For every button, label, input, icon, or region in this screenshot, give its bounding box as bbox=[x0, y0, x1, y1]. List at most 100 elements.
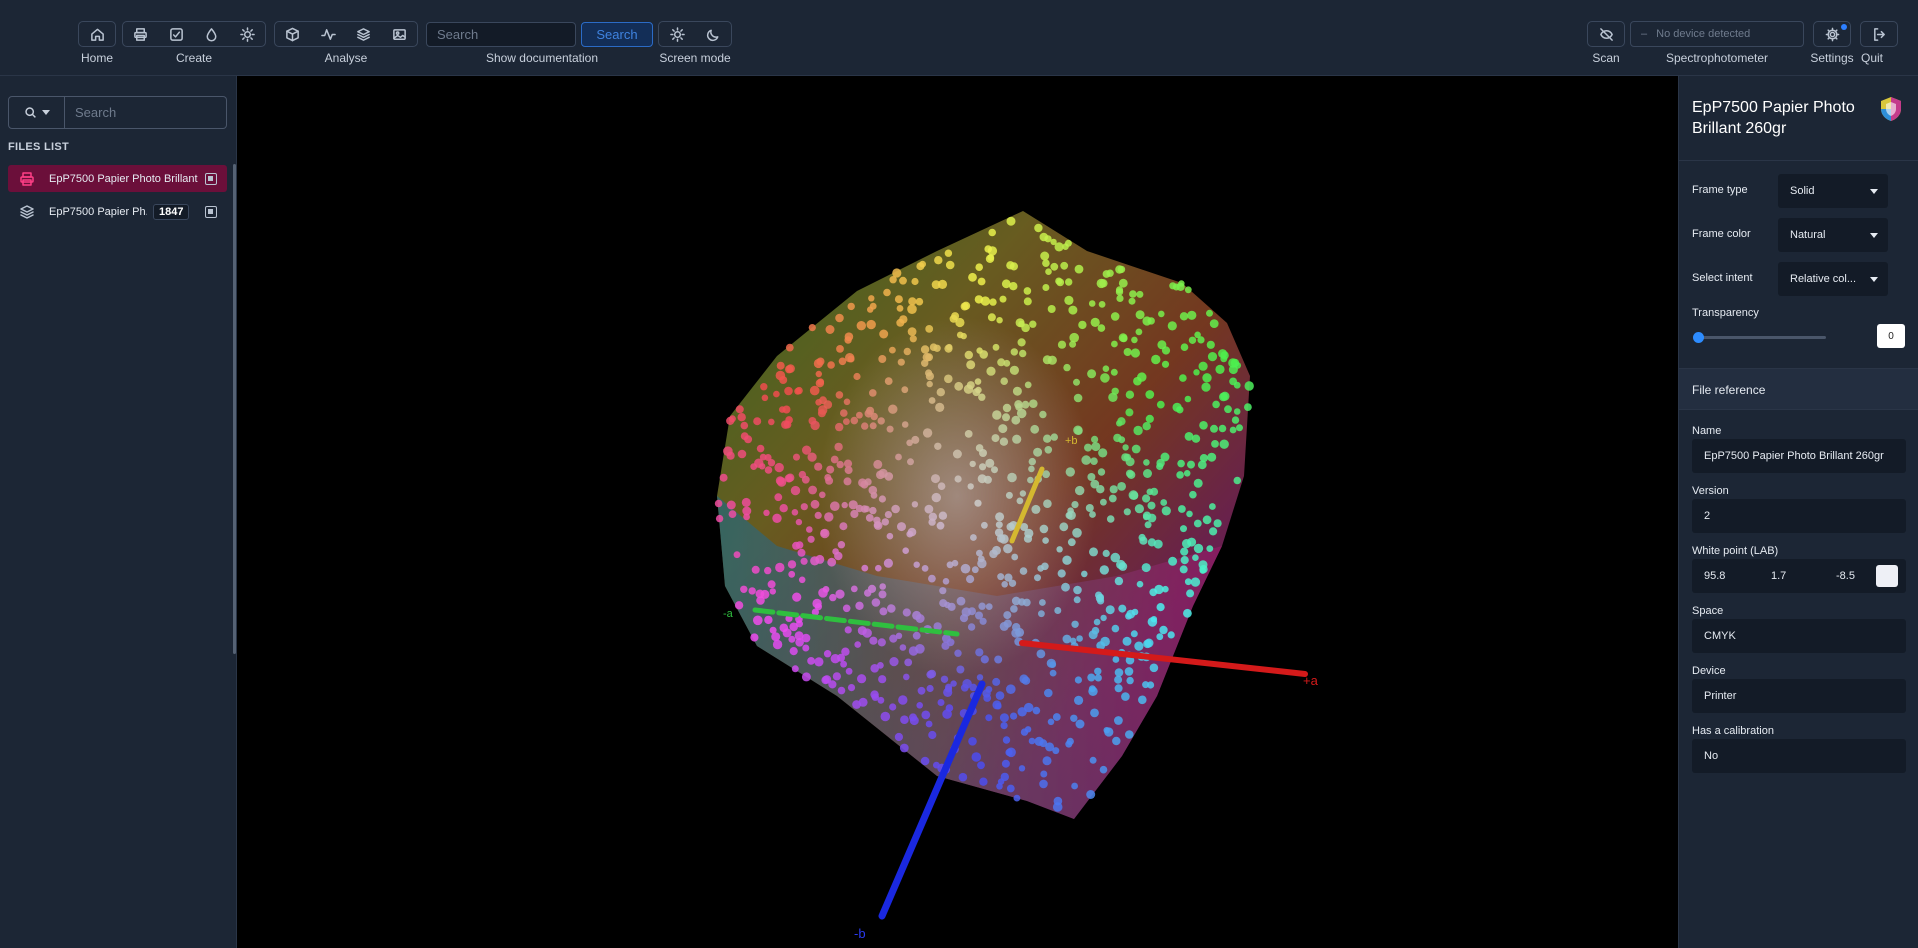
gamut-sample-point bbox=[857, 626, 867, 636]
gamut-sample-point bbox=[1114, 576, 1124, 586]
open-file-icon[interactable] bbox=[205, 205, 217, 218]
gamut-sample-point bbox=[1057, 569, 1066, 578]
gamut-sample-point bbox=[1137, 372, 1147, 382]
search-filter-dropdown[interactable] bbox=[8, 96, 65, 129]
gamut-sample-point bbox=[714, 499, 723, 508]
gamut-sample-point bbox=[1186, 589, 1195, 598]
gamut-sample-point bbox=[866, 319, 876, 330]
intent-select[interactable]: Relative col... bbox=[1778, 262, 1888, 296]
name-field[interactable]: EpP7500 Papier Photo Brillant 260gr bbox=[1692, 439, 1906, 473]
settings-group bbox=[1813, 21, 1851, 47]
gamut-sample-point bbox=[1065, 740, 1073, 748]
gamut-sample-point bbox=[1142, 681, 1150, 689]
gamut-sample-point bbox=[1034, 574, 1041, 582]
gamut-sample-point bbox=[1044, 688, 1053, 698]
gamut-canvas[interactable]: +b -a +a -b bbox=[237, 76, 1678, 948]
gamut-sample-point bbox=[1151, 354, 1161, 365]
frame-color-select[interactable]: Natural bbox=[1778, 218, 1888, 252]
gamut-sample-point bbox=[924, 504, 934, 514]
gamut-sample-point bbox=[873, 516, 881, 524]
create-group bbox=[122, 21, 266, 47]
analyse-3d-button[interactable] bbox=[275, 22, 311, 46]
documentation-search-input[interactable] bbox=[426, 22, 576, 47]
device-field[interactable]: Printer bbox=[1692, 679, 1906, 713]
gamut-sample-point bbox=[1189, 490, 1197, 499]
gamut-sample-point bbox=[1122, 444, 1129, 451]
gamut-sample-point bbox=[1158, 310, 1165, 318]
calibration-field[interactable]: No bbox=[1692, 739, 1906, 773]
analyse-image-button[interactable] bbox=[382, 22, 418, 46]
gamut-sample-point bbox=[1060, 261, 1069, 270]
settings-button[interactable] bbox=[1814, 22, 1850, 46]
file-item-measurements[interactable]: EpP7500 Papier Ph... 1847 bbox=[8, 198, 227, 225]
gamut-sample-point bbox=[1081, 455, 1091, 465]
gamut-sample-point bbox=[1069, 332, 1079, 343]
gamut-sample-point bbox=[942, 578, 950, 585]
gamut-sample-point bbox=[967, 483, 974, 490]
file-reference-header[interactable]: File reference bbox=[1679, 368, 1918, 410]
sidebar-scrollbar[interactable] bbox=[233, 164, 236, 654]
transparency-slider-thumb[interactable] bbox=[1693, 332, 1704, 343]
frame-type-select[interactable]: Solid bbox=[1778, 174, 1888, 208]
transparency-slider[interactable] bbox=[1698, 336, 1826, 339]
intent-value: Relative col... bbox=[1790, 273, 1857, 285]
gamut-sample-point bbox=[848, 500, 858, 510]
gamut-sample-point bbox=[1089, 511, 1096, 518]
gamut-3d-viewer[interactable]: +b -a +a -b bbox=[237, 76, 1678, 948]
gamut-sample-point bbox=[1179, 312, 1189, 321]
quit-group bbox=[1860, 21, 1898, 47]
create-check-button[interactable] bbox=[159, 22, 195, 46]
gamut-sample-point bbox=[763, 509, 770, 516]
gamut-sample-point bbox=[911, 277, 919, 286]
files-search-input[interactable] bbox=[65, 96, 227, 129]
file-item-profile[interactable]: EpP7500 Papier Photo Brillant bbox=[8, 165, 227, 192]
gamut-sample-point bbox=[835, 589, 845, 599]
gamut-sample-point bbox=[1029, 320, 1037, 328]
gamut-sample-point bbox=[1005, 491, 1013, 499]
gamut-sample-point bbox=[810, 499, 820, 509]
gamut-sample-point bbox=[1036, 649, 1046, 659]
gamut-sample-point bbox=[894, 732, 904, 742]
dark-mode-button[interactable] bbox=[695, 22, 731, 46]
gamut-sample-point bbox=[1147, 513, 1157, 523]
gamut-sample-point bbox=[748, 587, 756, 595]
quit-button[interactable] bbox=[1861, 22, 1897, 46]
gamut-sample-point bbox=[1193, 543, 1204, 554]
gamut-sample-point bbox=[737, 449, 747, 459]
gamut-sample-point bbox=[733, 551, 741, 559]
gamut-sample-point bbox=[1233, 476, 1242, 485]
create-light-button[interactable] bbox=[230, 22, 266, 46]
gamut-sample-point bbox=[792, 592, 802, 602]
gamut-sample-point bbox=[871, 598, 881, 607]
gamut-sample-point bbox=[896, 318, 905, 327]
gamut-sample-point bbox=[892, 268, 902, 278]
gamut-sample-point bbox=[928, 730, 937, 740]
home-button[interactable] bbox=[79, 22, 115, 46]
analyse-curve-button[interactable] bbox=[311, 22, 347, 46]
scan-button[interactable] bbox=[1588, 22, 1624, 46]
open-file-icon[interactable] bbox=[205, 172, 217, 185]
space-field[interactable]: CMYK bbox=[1692, 619, 1906, 653]
spectrophotometer-select[interactable]: – No device detected bbox=[1630, 21, 1804, 47]
light-mode-button[interactable] bbox=[659, 22, 695, 46]
gamut-sample-point bbox=[1160, 499, 1168, 506]
create-profile-button[interactable] bbox=[123, 22, 159, 46]
gamut-sample-point bbox=[1041, 562, 1049, 571]
gamut-sample-point bbox=[1096, 278, 1106, 289]
gamut-sample-point bbox=[964, 350, 973, 360]
gamut-sample-point bbox=[902, 547, 909, 554]
gamut-sample-point bbox=[1116, 294, 1124, 302]
gamut-sample-point bbox=[1118, 333, 1128, 343]
gamut-sample-point bbox=[1149, 663, 1159, 673]
create-ink-button[interactable] bbox=[194, 22, 230, 46]
transparency-input[interactable]: 0 bbox=[1877, 324, 1905, 348]
version-field[interactable]: 2 bbox=[1692, 499, 1906, 533]
documentation-search-button[interactable]: Search bbox=[581, 22, 653, 47]
gamut-sample-point bbox=[1138, 695, 1147, 705]
gamut-sample-point bbox=[847, 355, 855, 363]
analyse-layers-button[interactable] bbox=[346, 22, 382, 46]
gamut-sample-point bbox=[856, 321, 866, 331]
home-group bbox=[78, 21, 116, 47]
gamut-sample-point bbox=[1006, 216, 1016, 226]
white-point-b: -8.5 bbox=[1836, 570, 1855, 582]
